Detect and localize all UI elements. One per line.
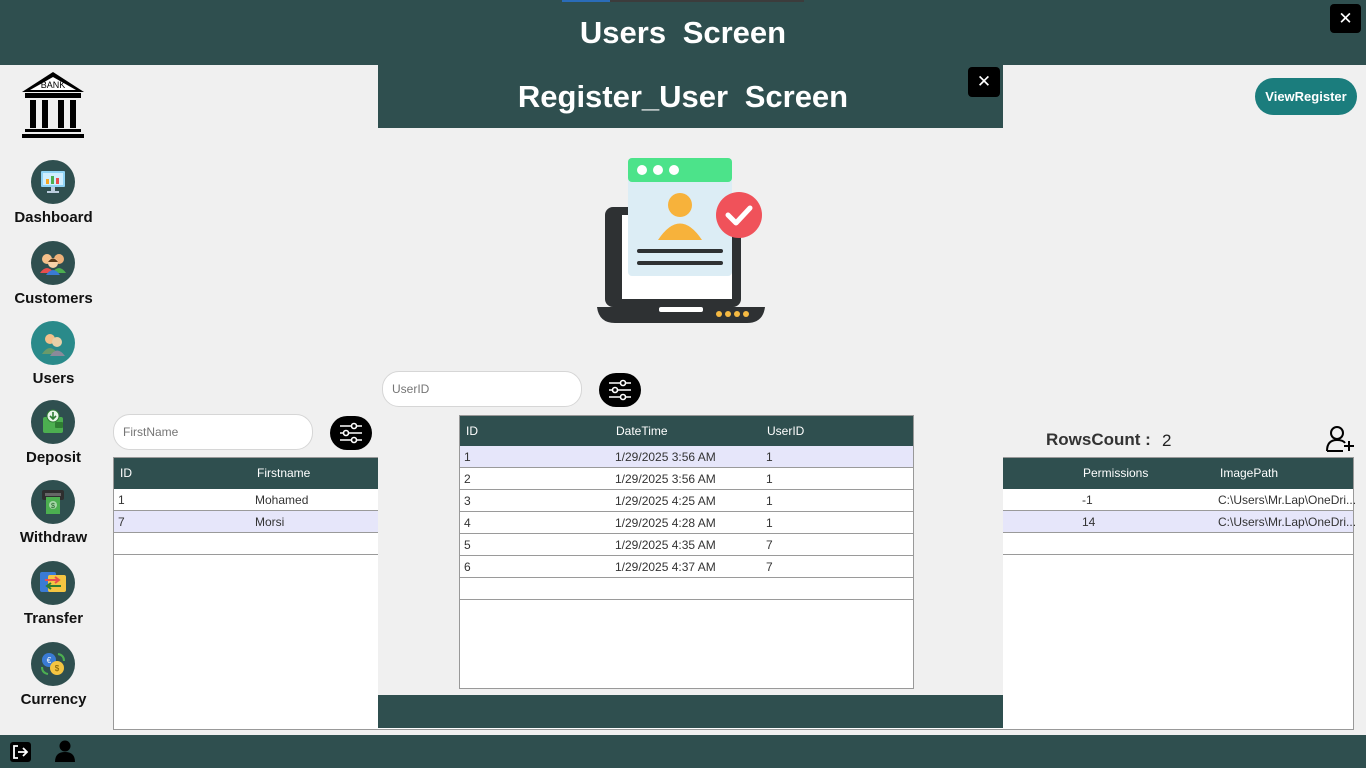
sidebar-item-currency[interactable]: € $ Currency: [0, 642, 107, 718]
title-bar: Users Screen ✕: [0, 0, 1366, 65]
sidebar-item-label: Currency: [20, 691, 87, 708]
cell-id: 1: [464, 450, 471, 464]
sidebar-item-withdraw[interactable]: $ Withdraw: [0, 480, 107, 556]
dialog-footer: [378, 695, 1003, 728]
register-table-header: ID DateTime UserID: [460, 416, 913, 446]
column-header-id[interactable]: ID: [120, 458, 132, 489]
register-log-table: ID DateTime UserID 1 1/29/2025 3:56 AM 1…: [459, 415, 914, 689]
cell-permissions: -1: [1082, 493, 1093, 507]
column-header-imagepath[interactable]: ImagePath: [1220, 458, 1278, 489]
sidebar-item-label: Transfer: [23, 610, 84, 627]
table-row-empty: [460, 578, 913, 600]
cell-id: 3: [464, 494, 471, 508]
deposit-nav-button[interactable]: [31, 400, 75, 444]
cell-datetime: 1/29/2025 4:25 AM: [615, 494, 716, 508]
cell-userid: 1: [766, 494, 773, 508]
cell-datetime: 1/29/2025 3:56 AM: [615, 472, 716, 486]
cell-firstname: Morsi: [255, 515, 285, 529]
cell-datetime: 1/29/2025 4:28 AM: [615, 516, 716, 530]
transfer-nav-button[interactable]: [31, 561, 75, 605]
customers-nav-button[interactable]: [31, 241, 75, 285]
filter-sliders-icon: [609, 379, 631, 401]
sidebar-item-label: Customers: [14, 290, 93, 307]
sidebar-item-transfer[interactable]: Transfer: [0, 561, 107, 637]
column-header-datetime[interactable]: DateTime: [616, 416, 668, 446]
sidebar-item-dashboard[interactable]: Dashboard: [0, 160, 107, 236]
rows-count-label: RowsCount :: [1046, 430, 1151, 449]
withdraw-icon: $: [42, 490, 64, 514]
status-bar: [0, 735, 1366, 768]
cell-userid: 7: [766, 560, 773, 574]
bank-logo-icon: BANK: [22, 72, 84, 138]
column-header-firstname[interactable]: Firstname: [257, 458, 310, 489]
table-row[interactable]: 6 1/29/2025 4:37 AM 7: [460, 556, 913, 578]
sidebar-item-label: Users: [32, 370, 75, 387]
users-filter-button[interactable]: [330, 416, 372, 450]
userid-filter-input[interactable]: [382, 371, 582, 407]
sidebar: BANK Dashboard Customers Users Deposit $…: [0, 65, 107, 735]
table-row[interactable]: 4 1/29/2025 4:28 AM 1: [460, 512, 913, 534]
logout-icon[interactable]: [10, 742, 31, 762]
cell-imagepath: C:\Users\Mr.Lap\OneDri...: [1218, 515, 1357, 529]
register-user-illustration: [597, 158, 765, 323]
sidebar-item-label: Withdraw: [19, 529, 88, 546]
cell-permissions: 14: [1082, 515, 1096, 529]
rows-count-value: 2: [1162, 431, 1172, 450]
cell-imagepath: C:\Users\Mr.Lap\OneDri...: [1218, 493, 1357, 507]
register-user-dialog: Register_User Screen ✕ ID Da: [378, 65, 1003, 728]
cell-userid: 1: [766, 472, 773, 486]
sidebar-item-deposit[interactable]: Deposit: [0, 400, 107, 476]
withdraw-nav-button[interactable]: $: [31, 480, 75, 524]
cell-id: 7: [118, 515, 125, 529]
cell-id: 4: [464, 516, 471, 530]
cell-datetime: 1/29/2025 4:37 AM: [615, 560, 716, 574]
add-user-icon[interactable]: [1325, 424, 1355, 452]
users-icon: [42, 334, 65, 356]
sidebar-item-customers[interactable]: Customers: [0, 241, 107, 317]
svg-text:€: €: [47, 656, 52, 665]
currency-exchange-icon: € $: [41, 653, 65, 675]
view-register-button[interactable]: ViewRegister: [1255, 78, 1357, 115]
column-header-id[interactable]: ID: [466, 416, 478, 446]
dashboard-nav-button[interactable]: [31, 160, 75, 204]
cell-userid: 1: [766, 516, 773, 530]
cell-id: 5: [464, 538, 471, 552]
currency-nav-button[interactable]: € $: [31, 642, 75, 686]
register-filter-button[interactable]: [599, 373, 641, 407]
sidebar-item-users[interactable]: Users: [0, 321, 107, 397]
cell-id: 2: [464, 472, 471, 486]
dialog-header: Register_User Screen ✕: [378, 65, 1003, 128]
table-row[interactable]: 2 1/29/2025 3:56 AM 1: [460, 468, 913, 490]
deposit-icon: [43, 409, 63, 433]
table-row[interactable]: 3 1/29/2025 4:25 AM 1: [460, 490, 913, 512]
cell-datetime: 1/29/2025 3:56 AM: [615, 450, 716, 464]
table-row[interactable]: 5 1/29/2025 4:35 AM 7: [460, 534, 913, 556]
cell-userid: 1: [766, 450, 773, 464]
dialog-title: Register_User Screen: [517, 79, 849, 114]
transfer-icon: [40, 572, 66, 592]
bank-logo-text: BANK: [41, 80, 66, 90]
current-user-icon[interactable]: [55, 740, 75, 762]
close-window-button[interactable]: ✕: [1330, 4, 1361, 33]
table-row[interactable]: 1 1/29/2025 3:56 AM 1: [460, 446, 913, 468]
column-header-userid[interactable]: UserID: [767, 416, 804, 446]
svg-text:$: $: [51, 503, 55, 510]
window-title: Users Screen: [579, 15, 787, 50]
filter-sliders-icon: [340, 422, 362, 444]
sidebar-item-label: Deposit: [25, 449, 81, 466]
dashboard-icon: [41, 171, 65, 193]
sidebar-item-label: Dashboard: [14, 209, 93, 226]
users-nav-button[interactable]: [31, 321, 75, 365]
customers-icon: [40, 254, 66, 275]
cell-userid: 7: [766, 538, 773, 552]
column-header-permissions[interactable]: Permissions: [1083, 458, 1148, 489]
cell-firstname: Mohamed: [255, 493, 309, 507]
svg-text:$: $: [55, 664, 60, 673]
cell-id: 6: [464, 560, 471, 574]
firstname-filter-input[interactable]: [113, 414, 313, 450]
close-dialog-button[interactable]: ✕: [968, 67, 1000, 97]
cell-datetime: 1/29/2025 4:35 AM: [615, 538, 716, 552]
cell-id: 1: [118, 493, 125, 507]
